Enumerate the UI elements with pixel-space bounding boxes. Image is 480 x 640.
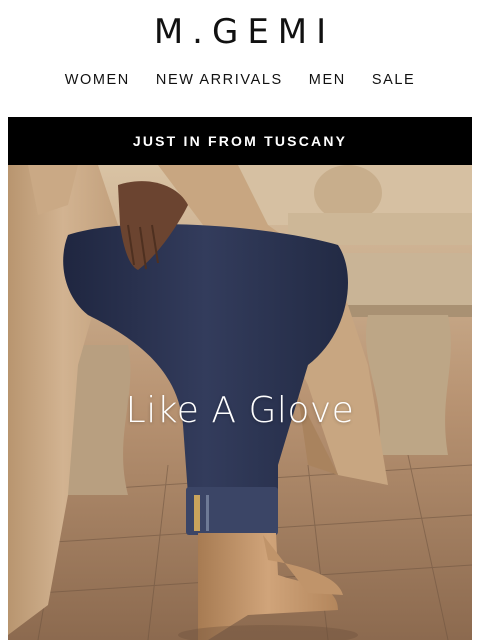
main-nav: WOMEN NEW ARRIVALS MEN SALE [0,70,480,90]
email-header: M.GEMI WOMEN NEW ARRIVALS MEN SALE [0,0,480,117]
promo-banner-text: JUST IN FROM TUSCANY [132,133,348,149]
hero-image[interactable]: Like A Glove [8,165,472,640]
hero-headline: Like A Glove [125,390,355,431]
nav-item-women[interactable]: WOMEN [65,70,130,90]
brand-logo[interactable]: M.GEMI [0,12,480,52]
nav-item-men[interactable]: MEN [309,70,346,90]
nav-item-sale[interactable]: SALE [372,70,415,90]
promo-banner[interactable]: JUST IN FROM TUSCANY [8,117,472,165]
nav-item-new-arrivals[interactable]: NEW ARRIVALS [156,70,283,90]
